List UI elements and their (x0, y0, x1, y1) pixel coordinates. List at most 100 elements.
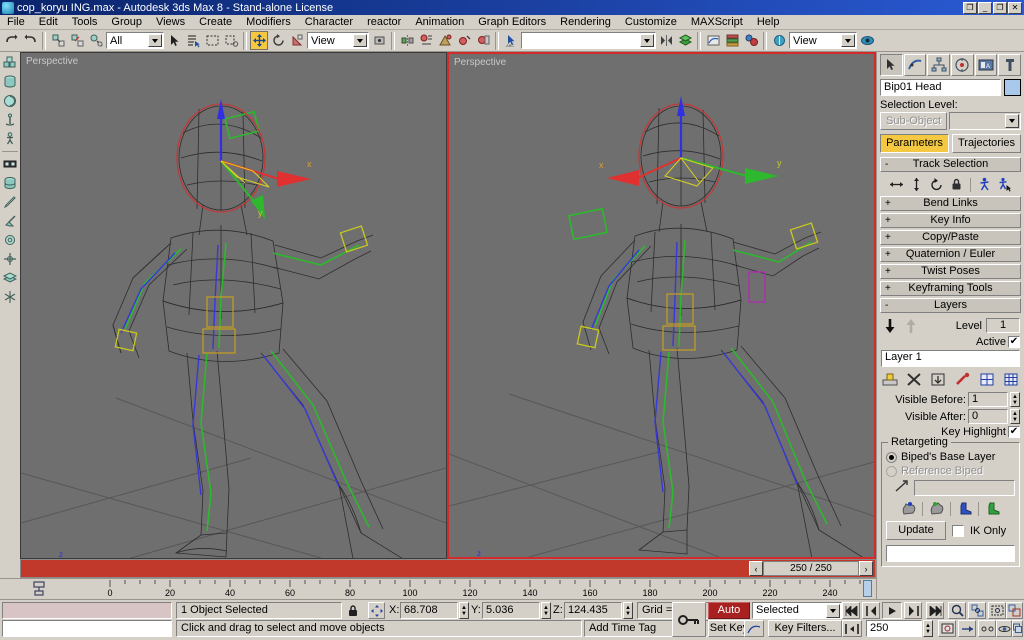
chevron-down-icon[interactable] (826, 604, 840, 618)
timeline-ruler[interactable]: 0 20 40 60 80 100 120 140 160 180 200 220 240 (0, 578, 876, 598)
collapse-layer-icon[interactable] (930, 371, 947, 388)
track-view-icon[interactable] (32, 581, 46, 600)
tab-hierarchy[interactable] (927, 54, 951, 76)
menu-views[interactable]: Views (149, 15, 192, 29)
menu-animation[interactable]: Animation (408, 15, 471, 29)
maximize-viewport-icon[interactable] (1012, 620, 1023, 637)
menu-create[interactable]: Create (192, 15, 239, 29)
tab-display[interactable]: A (974, 54, 998, 76)
layer-up-arrow-icon[interactable] (902, 317, 919, 334)
right-foot-icon[interactable] (984, 500, 1001, 517)
rollout-bend-links[interactable]: + Bend Links (880, 196, 1021, 211)
rectangular-selection-region-icon[interactable] (203, 31, 221, 50)
arc-rotate-icon[interactable] (978, 620, 996, 637)
menu-rendering[interactable]: Rendering (553, 15, 618, 29)
menu-maxscript[interactable]: MAXScript (684, 15, 750, 29)
film-strip-icon[interactable] (1, 155, 19, 173)
layers-stack-icon[interactable] (1, 269, 19, 287)
named-selection-sets-icon[interactable]: ABC (502, 31, 520, 50)
layer-down-arrow-icon[interactable] (881, 317, 898, 334)
current-frame-spinner[interactable]: ▲ ▼ (923, 620, 933, 637)
base-layer-radio[interactable] (886, 451, 897, 463)
absolute-relative-transform-toggle[interactable] (368, 602, 385, 619)
layer-manager-icon[interactable] (676, 31, 694, 50)
tab-modify[interactable] (903, 54, 927, 76)
chevron-down-icon[interactable] (353, 34, 367, 47)
pick-biped-icon[interactable] (894, 479, 910, 496)
redo-icon[interactable] (21, 31, 39, 50)
menu-character[interactable]: Character (298, 15, 360, 29)
go-to-start-button[interactable] (842, 602, 860, 619)
body-vertical-icon[interactable] (908, 176, 925, 193)
pencil-icon[interactable] (1, 193, 19, 211)
schematic-view-icon[interactable] (723, 31, 741, 50)
geometry-tool-icon[interactable] (1, 54, 19, 72)
crosshair-icon[interactable] (1, 250, 19, 268)
mirror-icon[interactable] (398, 31, 416, 50)
menu-group[interactable]: Group (104, 15, 149, 29)
bind-to-space-warp-icon[interactable] (87, 31, 105, 50)
rollout-twist-poses[interactable]: + Twist Poses (880, 264, 1021, 279)
next-frame-button[interactable]: › (859, 561, 873, 576)
prev-frame-button[interactable]: ‹ (749, 561, 763, 576)
menu-reactor[interactable]: reactor (360, 15, 408, 29)
key-filter-curve-icon[interactable] (744, 620, 764, 637)
database-icon[interactable] (1, 174, 19, 192)
select-link-icon[interactable] (49, 31, 67, 50)
quick-render-icon[interactable] (858, 31, 876, 50)
key-mode-toggle-button[interactable] (842, 620, 862, 637)
curve-editor-icon[interactable] (704, 31, 722, 50)
update-button[interactable]: Update (886, 521, 946, 540)
y-coordinate-field[interactable]: 5.036 (482, 602, 540, 619)
all-anim-icon[interactable] (1003, 371, 1020, 388)
rollout-layers[interactable]: - Layers (880, 298, 1021, 313)
reference-coordinate-combo[interactable]: View (307, 32, 369, 49)
left-foot-icon[interactable] (956, 500, 973, 517)
left-hand-icon[interactable] (900, 500, 917, 517)
visible-before-spinner[interactable]: ▲ ▼ (1010, 392, 1020, 407)
paint-brush-icon[interactable] (1, 212, 19, 230)
level-value[interactable]: 1 (986, 318, 1020, 333)
tab-create[interactable] (880, 54, 903, 76)
chevron-down-icon[interactable] (640, 34, 654, 47)
minimize-button[interactable]: _ (978, 1, 992, 14)
ik-only-checkbox[interactable] (952, 524, 964, 537)
base-layer-radio-row[interactable]: Biped's Base Layer (886, 451, 1015, 463)
menu-graph-editors[interactable]: Graph Editors (471, 15, 553, 29)
place-highlight-icon[interactable] (455, 31, 473, 50)
restore-button[interactable]: ❐ (963, 1, 977, 14)
x-coordinate-field[interactable]: 68.708 (400, 602, 458, 619)
viewport-render-combo[interactable]: View (789, 32, 857, 49)
tab-motion[interactable] (951, 54, 974, 76)
material-editor-icon[interactable] (742, 31, 760, 50)
toggle-trajectories[interactable]: Trajectories (952, 134, 1021, 153)
render-scene-icon[interactable] (770, 31, 788, 50)
body-horizontal-icon[interactable] (888, 176, 905, 193)
track-bar[interactable]: ‹ 250 / 250 › (20, 559, 876, 578)
close-button[interactable]: ✕ (1008, 1, 1022, 14)
previous-frame-button[interactable] (862, 602, 880, 619)
biped-walk-icon[interactable] (976, 176, 993, 193)
next-frame-button[interactable] (904, 602, 922, 619)
menu-modifiers[interactable]: Modifiers (239, 15, 298, 29)
tab-utilities[interactable] (998, 54, 1022, 76)
visible-after-spinner[interactable]: ▲ ▼ (1010, 409, 1020, 424)
rollout-copy-paste[interactable]: + Copy/Paste (880, 230, 1021, 245)
rollout-keyframing-tools[interactable]: + Keyframing Tools (880, 281, 1021, 296)
time-configuration-button[interactable] (938, 620, 956, 637)
go-to-end-button[interactable] (926, 602, 944, 619)
lock-icon[interactable] (948, 176, 965, 193)
align-to-view-icon[interactable] (474, 31, 492, 50)
right-hand-icon[interactable] (928, 500, 945, 517)
layer-name-field[interactable]: Layer 1 (881, 350, 1020, 367)
x-spinner[interactable]: ▲ ▼ (459, 602, 469, 619)
sub-anim-icon[interactable] (979, 371, 996, 388)
pan-icon[interactable] (958, 620, 976, 637)
gear-icon[interactable] (1, 231, 19, 249)
select-and-scale-icon[interactable] (288, 31, 306, 50)
selection-lock-icon[interactable] (345, 603, 361, 618)
object-color-swatch[interactable] (1004, 79, 1021, 96)
menu-edit[interactable]: Edit (32, 15, 65, 29)
biped-tool-icon[interactable] (1, 130, 19, 148)
key-highlight-checkbox[interactable]: ✔ (1008, 426, 1020, 438)
